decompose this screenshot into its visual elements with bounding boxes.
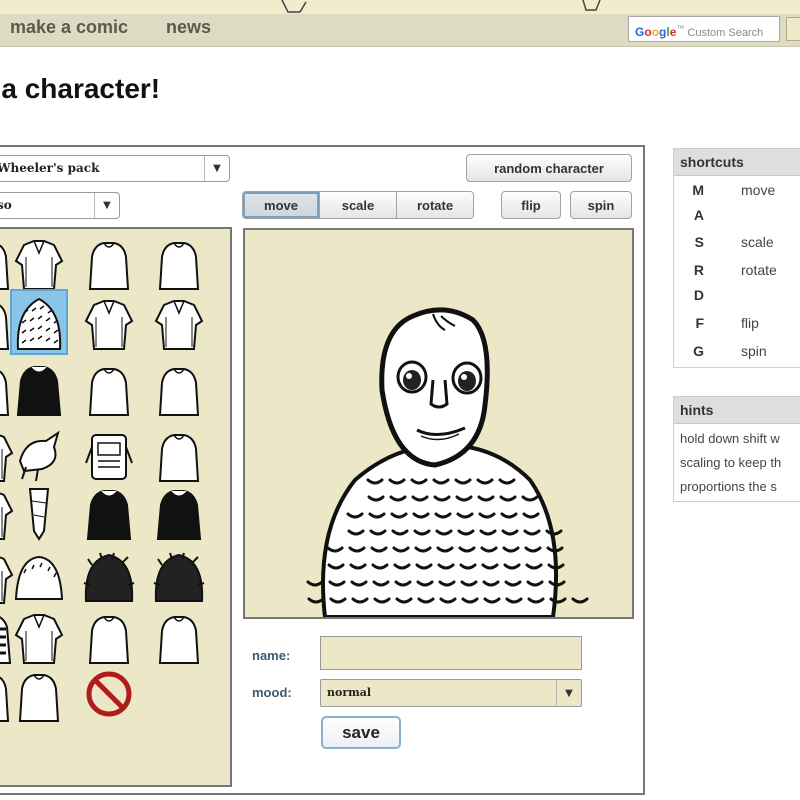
- shortcuts-panel: shortcuts Mmove A Sscale Rrotate D Fflip Gspin: [673, 148, 800, 368]
- palette-item[interactable]: [152, 481, 206, 543]
- shortcuts-title: shortcuts: [674, 149, 800, 176]
- chevron-down-icon: ▼: [556, 680, 581, 706]
- banner-doodles: [281, 0, 601, 13]
- mood-label: mood:: [252, 685, 292, 700]
- hints-title: hints: [674, 397, 800, 424]
- palette-item[interactable]: [82, 357, 136, 419]
- tool-move-button[interactable]: move: [243, 192, 320, 218]
- no-torso-icon[interactable]: [82, 663, 136, 725]
- palette-item[interactable]: [12, 231, 66, 293]
- shortcut-row: A: [674, 207, 800, 233]
- palette-item[interactable]: [12, 663, 66, 725]
- name-field[interactable]: [320, 636, 582, 670]
- google-logo: Google: [635, 25, 677, 39]
- mood-select[interactable]: normal ▼: [320, 679, 582, 707]
- torso-palette: [0, 227, 232, 787]
- shortcut-key: S: [694, 234, 704, 250]
- name-label: name:: [252, 648, 291, 663]
- category-select[interactable]: so ▼: [0, 192, 120, 219]
- shortcut-action: rotate: [741, 262, 777, 278]
- transform-tool-group: move scale rotate: [242, 191, 474, 219]
- shortcut-key: G: [693, 343, 704, 359]
- save-button[interactable]: save: [321, 716, 401, 749]
- shortcut-key: D: [693, 287, 704, 303]
- palette-item[interactable]: [12, 357, 66, 419]
- chevron-down-icon: ▼: [204, 156, 229, 181]
- palette-item[interactable]: [82, 481, 136, 543]
- palette-item[interactable]: [10, 289, 68, 355]
- hint-line: scaling to keep th: [680, 455, 782, 470]
- spin-button[interactable]: spin: [570, 191, 632, 219]
- tool-scale-button[interactable]: scale: [320, 192, 397, 218]
- palette-item[interactable]: [12, 545, 66, 607]
- tool-rotate-button[interactable]: rotate: [397, 192, 473, 218]
- nav-make-a-comic[interactable]: make a comic: [10, 17, 128, 38]
- shortcut-action: flip: [741, 315, 759, 331]
- shortcut-key: A: [693, 207, 704, 223]
- shortcut-row: D: [674, 287, 800, 313]
- palette-item[interactable]: [82, 231, 136, 293]
- palette-item[interactable]: [152, 357, 206, 419]
- random-character-button[interactable]: random character: [466, 154, 632, 182]
- palette-item[interactable]: [12, 605, 66, 667]
- header-banner-strip: [0, 0, 800, 14]
- palette-item[interactable]: [82, 291, 136, 353]
- character-canvas[interactable]: [243, 228, 634, 619]
- shortcut-row: Sscale: [674, 234, 800, 260]
- palette-item[interactable]: [82, 423, 136, 485]
- nav-news[interactable]: news: [166, 17, 211, 38]
- palette-item[interactable]: [12, 423, 66, 485]
- pack-select[interactable]: Wheeler's pack ▼: [0, 155, 230, 182]
- palette-item[interactable]: [152, 291, 206, 353]
- page-title: e a character!: [0, 73, 161, 104]
- shortcut-action: move: [741, 182, 776, 198]
- palette-item[interactable]: [12, 481, 66, 543]
- search-button[interactable]: [786, 17, 800, 41]
- shortcut-action: scale: [741, 234, 774, 250]
- character-drawing: [306, 307, 589, 617]
- shortcut-row: Mmove: [674, 182, 800, 208]
- shortcut-key: R: [693, 262, 704, 278]
- shortcut-row: Gspin: [674, 343, 800, 369]
- hint-line: hold down shift w: [680, 431, 780, 446]
- palette-item[interactable]: [152, 231, 206, 293]
- palette-item[interactable]: [82, 605, 136, 667]
- palette-item[interactable]: [82, 545, 136, 607]
- shortcut-row: Fflip: [674, 315, 800, 341]
- shortcut-row: Rrotate: [674, 262, 800, 288]
- hint-line: proportions the s: [680, 479, 777, 494]
- palette-item[interactable]: [152, 423, 206, 485]
- shortcut-key: M: [692, 182, 704, 198]
- hints-panel: hints hold down shift w scaling to keep t…: [673, 396, 800, 502]
- search-placeholder: Custom Search: [687, 27, 764, 39]
- shortcut-action: spin: [741, 343, 767, 359]
- flip-button[interactable]: flip: [501, 191, 561, 219]
- shortcut-key: F: [695, 315, 704, 331]
- search-input[interactable]: Google™ Custom Search: [628, 16, 780, 42]
- palette-item[interactable]: [152, 605, 206, 667]
- palette-item[interactable]: [152, 545, 206, 607]
- chevron-down-icon: ▼: [94, 193, 119, 218]
